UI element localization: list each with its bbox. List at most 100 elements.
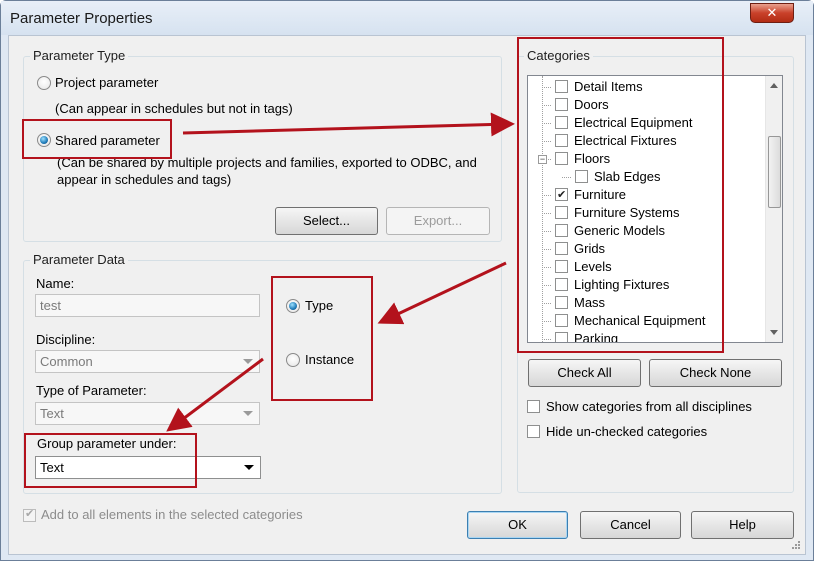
- project-parameter-radio[interactable]: [37, 76, 51, 90]
- category-checkbox[interactable]: [555, 206, 568, 219]
- category-item[interactable]: Doors: [528, 96, 766, 114]
- project-parameter-description: (Can appear in schedules but not in tags…: [55, 101, 293, 116]
- parameter-type-group-title: Parameter Type: [30, 48, 129, 63]
- category-checkbox[interactable]: [555, 296, 568, 309]
- category-item[interactable]: Furniture: [528, 186, 766, 204]
- shared-parameter-description-line1: (Can be shared by multiple projects and …: [57, 155, 477, 170]
- title-bar: Parameter Properties ✕: [1, 1, 813, 35]
- show-all-disciplines-label[interactable]: Show categories from all disciplines: [546, 399, 752, 414]
- dialog-window: Parameter Properties ✕ Parameter Type Pr…: [0, 0, 814, 561]
- scrollbar-thumb[interactable]: [768, 136, 781, 208]
- resize-grip-icon[interactable]: [791, 540, 801, 550]
- category-label: Furniture Systems: [574, 205, 680, 220]
- category-checkbox[interactable]: [555, 98, 568, 111]
- close-button[interactable]: ✕: [750, 3, 794, 23]
- category-item[interactable]: Levels: [528, 258, 766, 276]
- dialog-client-area: Parameter Type Project parameter (Can ap…: [8, 35, 806, 555]
- category-item[interactable]: Mass: [528, 294, 766, 312]
- instance-radio-label[interactable]: Instance: [305, 352, 354, 367]
- category-item[interactable]: Electrical Equipment: [528, 114, 766, 132]
- check-none-button[interactable]: Check None: [649, 359, 782, 387]
- category-checkbox[interactable]: [555, 134, 568, 147]
- shared-parameter-radio[interactable]: [37, 133, 51, 147]
- tree-connector: [542, 267, 551, 268]
- category-checkbox[interactable]: [555, 186, 568, 204]
- chevron-down-icon: [243, 359, 253, 364]
- show-all-disciplines-checkbox[interactable]: [527, 400, 540, 413]
- categories-group-title: Categories: [524, 48, 593, 63]
- scroll-up-icon[interactable]: [770, 83, 778, 88]
- category-checkbox[interactable]: [555, 242, 568, 255]
- tree-connector: [542, 249, 551, 250]
- category-label: Lighting Fixtures: [574, 277, 670, 292]
- category-item[interactable]: Parking: [528, 330, 766, 342]
- categories-tree[interactable]: Detail Items Doors Electrical Equipment Ele…: [527, 75, 783, 343]
- category-label: Doors: [574, 97, 609, 112]
- tree-connector: [542, 195, 551, 196]
- category-checkbox[interactable]: [555, 80, 568, 93]
- category-label: Slab Edges: [594, 169, 661, 184]
- shared-parameter-label[interactable]: Shared parameter: [55, 133, 160, 148]
- category-checkbox[interactable]: [555, 332, 568, 342]
- scroll-down-icon[interactable]: [770, 330, 778, 335]
- category-label: Electrical Fixtures: [574, 133, 677, 148]
- type-of-parameter-select[interactable]: Text: [35, 402, 260, 425]
- group-under-label: Group parameter under:: [37, 436, 177, 451]
- help-button[interactable]: Help: [691, 511, 794, 539]
- discipline-select[interactable]: Common: [35, 350, 260, 373]
- category-item[interactable]: Mechanical Equipment: [528, 312, 766, 330]
- category-item[interactable]: Furniture Systems: [528, 204, 766, 222]
- export-button[interactable]: Export...: [386, 207, 490, 235]
- check-all-button[interactable]: Check All: [528, 359, 641, 387]
- category-label: Floors: [574, 151, 611, 166]
- shared-parameter-description-line2: appear in schedules and tags): [57, 172, 232, 187]
- collapse-icon[interactable]: −: [538, 155, 547, 164]
- tree-connector: [542, 105, 551, 106]
- category-item[interactable]: Slab Edges: [528, 168, 766, 186]
- project-parameter-label[interactable]: Project parameter: [55, 75, 158, 90]
- category-checkbox[interactable]: [555, 116, 568, 129]
- category-label: Mechanical Equipment: [574, 313, 706, 328]
- chevron-down-icon: [244, 465, 254, 470]
- category-checkbox[interactable]: [555, 224, 568, 237]
- hide-unchecked-label[interactable]: Hide un-checked categories: [546, 424, 707, 439]
- category-item[interactable]: − Floors: [528, 150, 766, 168]
- type-radio[interactable]: [286, 299, 300, 313]
- category-item[interactable]: Electrical Fixtures: [528, 132, 766, 150]
- tree-connector: [562, 177, 571, 178]
- category-item[interactable]: Generic Models: [528, 222, 766, 240]
- tree-connector: [542, 213, 551, 214]
- ok-button[interactable]: OK: [467, 511, 568, 539]
- categories-scrollbar[interactable]: [765, 76, 782, 342]
- tree-connector: [542, 87, 551, 88]
- category-checkbox[interactable]: [555, 152, 568, 165]
- instance-radio[interactable]: [286, 353, 300, 367]
- tree-connector: [542, 285, 551, 286]
- tree-connector: [542, 339, 551, 340]
- category-checkbox[interactable]: [555, 260, 568, 273]
- category-label: Furniture: [574, 187, 627, 202]
- category-item[interactable]: Detail Items: [528, 78, 766, 96]
- type-of-parameter-value: Text: [40, 406, 64, 421]
- category-item[interactable]: Grids: [528, 240, 766, 258]
- category-checkbox[interactable]: [575, 170, 588, 183]
- name-field[interactable]: test: [35, 294, 260, 317]
- category-label: Grids: [574, 241, 606, 256]
- add-to-all-label[interactable]: Add to all elements in the selected cate…: [41, 507, 303, 522]
- category-label: Generic Models: [574, 223, 666, 238]
- category-checkbox[interactable]: [555, 278, 568, 291]
- category-checkbox[interactable]: [555, 314, 568, 327]
- chevron-down-icon: [243, 411, 253, 416]
- type-of-parameter-label: Type of Parameter:: [36, 383, 147, 398]
- category-label: Mass: [574, 295, 606, 310]
- group-under-select[interactable]: Text: [35, 456, 261, 479]
- window-title: Parameter Properties: [10, 10, 153, 27]
- category-item[interactable]: Lighting Fixtures: [528, 276, 766, 294]
- parameter-data-group-title: Parameter Data: [30, 252, 128, 267]
- type-radio-label[interactable]: Type: [305, 298, 333, 313]
- cancel-button[interactable]: Cancel: [580, 511, 681, 539]
- name-label: Name:: [36, 276, 75, 291]
- hide-unchecked-checkbox[interactable]: [527, 425, 540, 438]
- add-to-all-checkbox[interactable]: [23, 507, 36, 522]
- select-button[interactable]: Select...: [275, 207, 378, 235]
